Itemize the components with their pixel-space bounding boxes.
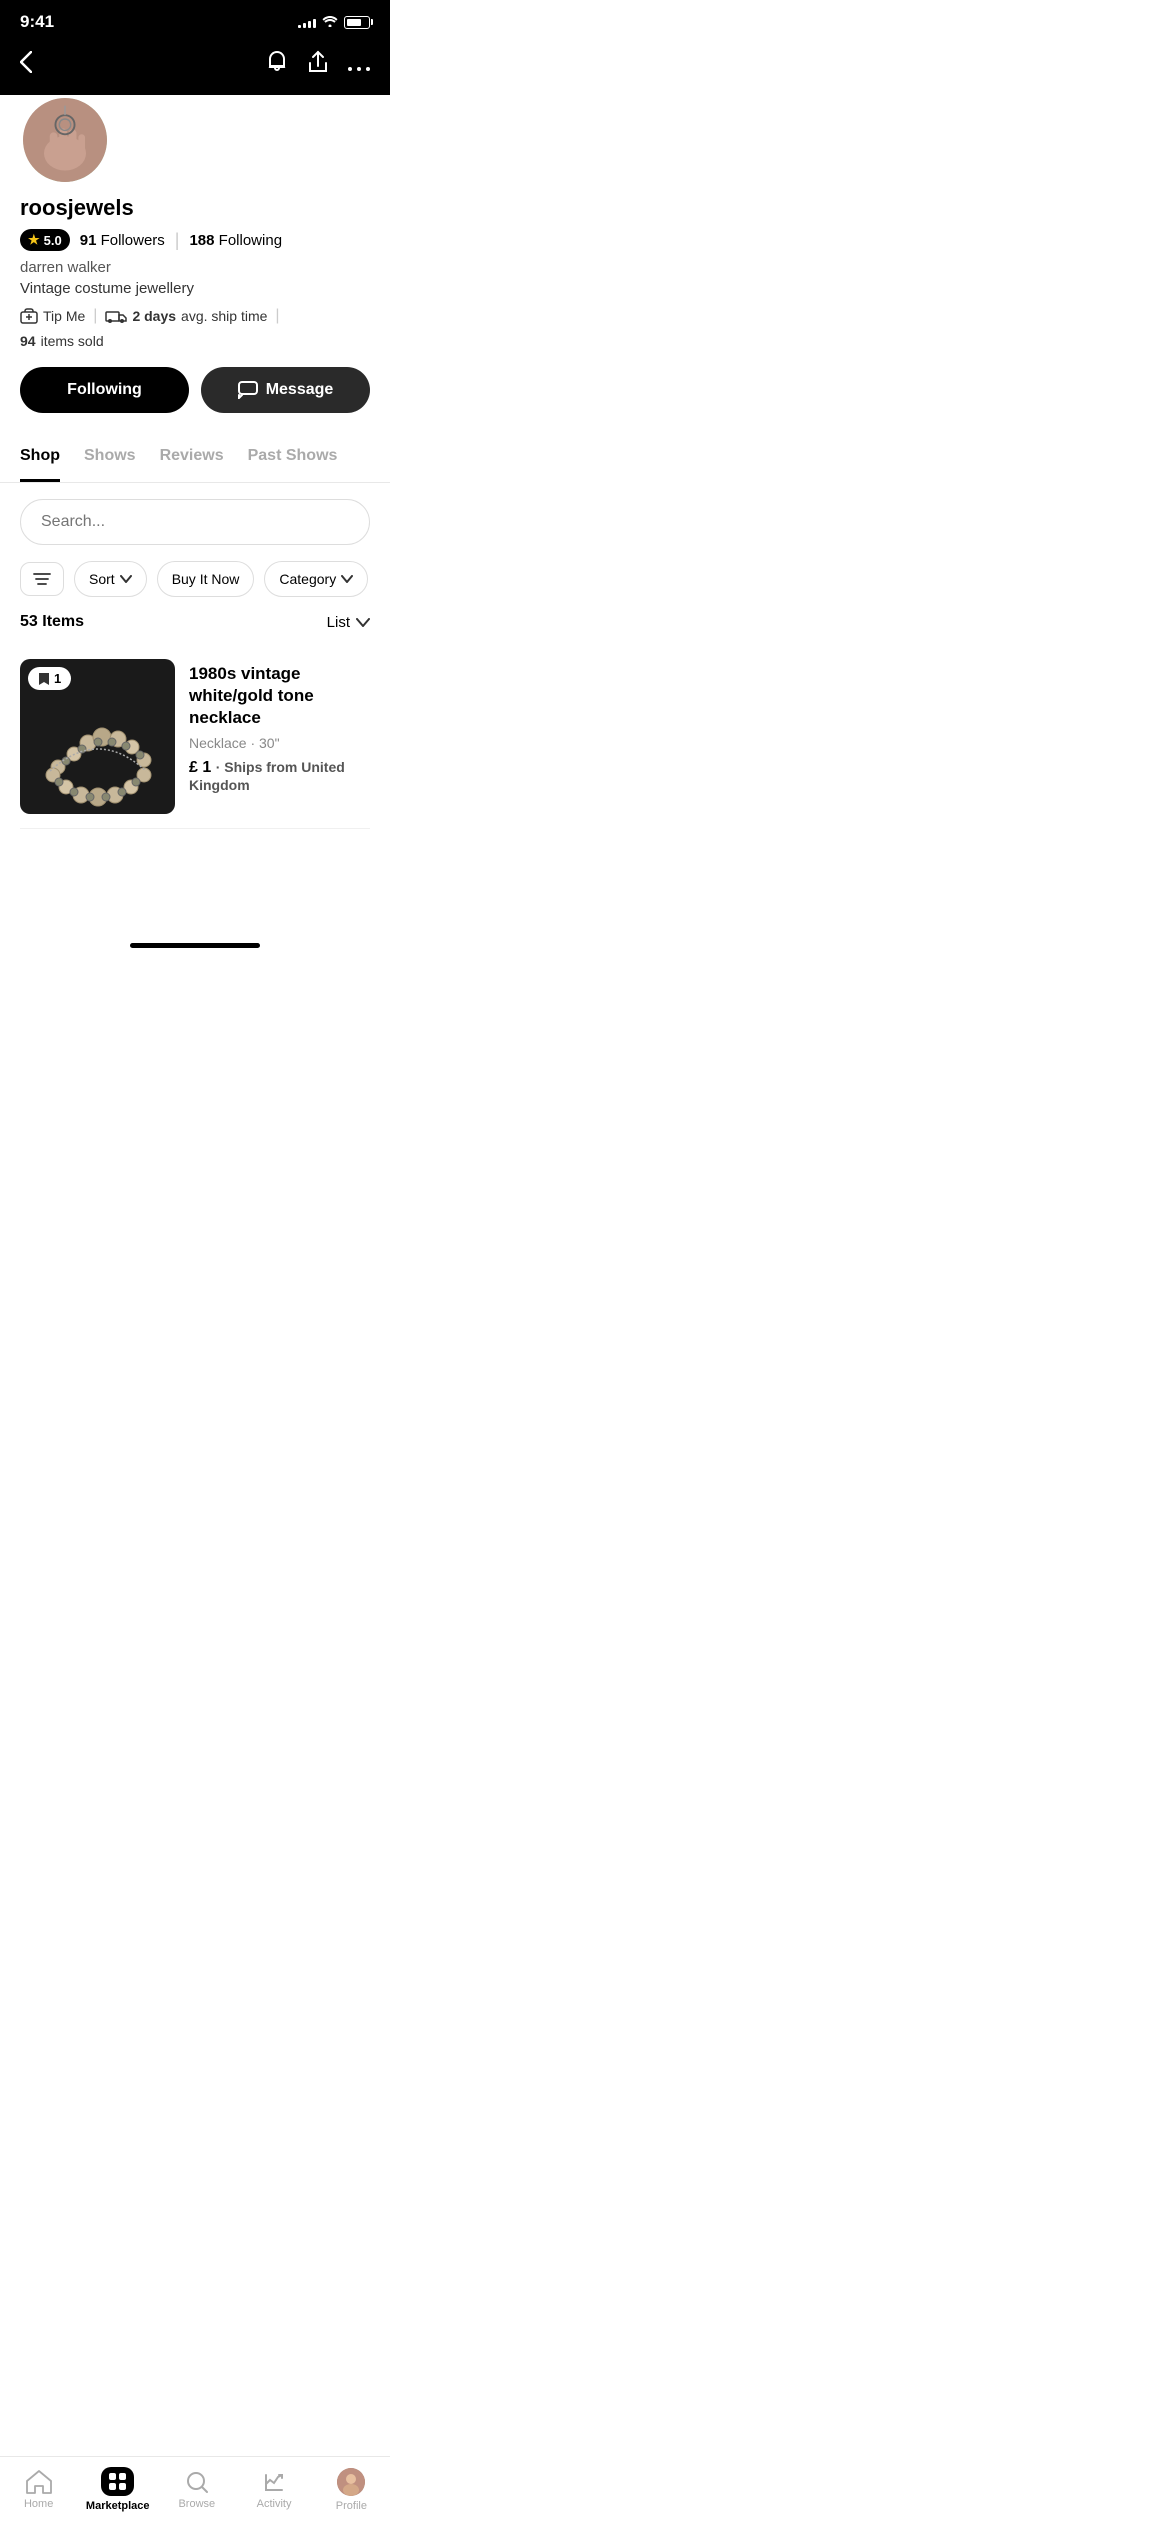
nav-activity-label: Activity [257, 2498, 292, 2510]
avatar [20, 95, 110, 185]
profile-avatar-icon [337, 2468, 365, 2496]
sort-button[interactable]: Sort [74, 561, 147, 597]
product-shipping: · Ships from United Kingdom [189, 759, 345, 793]
bookmark-badge[interactable]: 1 [28, 667, 71, 690]
items-sold-label: items sold [41, 333, 104, 349]
tabs: Shop Shows Reviews Past Shows [0, 433, 390, 483]
followers-count: 91 [80, 232, 97, 249]
meta-divider-2: | [275, 307, 279, 325]
battery-icon [344, 16, 370, 29]
nav-activity[interactable]: Activity [244, 2470, 304, 2510]
items-count-row: 53 Items List [20, 613, 370, 631]
nav-home[interactable]: Home [9, 2470, 69, 2510]
view-toggle[interactable]: List [327, 614, 370, 631]
stat-divider: | [175, 230, 180, 251]
tab-reviews-label: Reviews [160, 447, 224, 464]
display-name: darren walker [20, 259, 370, 276]
bottom-nav: Home Marketplace Browse Activity [0, 2456, 390, 2532]
meta-divider-1: | [93, 307, 97, 325]
product-details: 1980s vintage white/gold tone necklace N… [189, 659, 370, 814]
tab-past-shows-label: Past Shows [248, 447, 338, 464]
product-price: £ 1 · Ships from United Kingdom [189, 759, 370, 795]
profile-info: roosjewels ★ 5.0 91 Followers | 188 Foll… [0, 185, 390, 349]
meta-row: Tip Me | 2 days avg. ship time | 94 item… [20, 307, 370, 349]
tab-shop[interactable]: Shop [20, 433, 60, 482]
ship-time-value: 2 days [132, 308, 176, 324]
product-title: 1980s vintage white/gold tone necklace [189, 663, 370, 729]
bookmark-count: 1 [54, 671, 61, 686]
nav-home-label: Home [24, 2498, 53, 2510]
product-card[interactable]: 1 1980s vintage white/gold tone necklace… [20, 645, 370, 829]
items-count: 53 Items [20, 613, 84, 631]
following-count: 188 [189, 232, 214, 249]
back-button[interactable] [20, 51, 32, 79]
tip-me-label: Tip Me [43, 308, 85, 324]
notification-bell-icon[interactable] [266, 50, 288, 80]
tab-shows-label: Shows [84, 447, 136, 464]
tab-past-shows[interactable]: Past Shows [248, 433, 338, 482]
items-sold-value: 94 [20, 333, 36, 349]
home-indicator [130, 943, 260, 948]
action-buttons: Following Message [0, 367, 390, 433]
followers-label: Followers [101, 232, 165, 249]
signal-icon [298, 16, 316, 28]
items-sold-item: 94 items sold [20, 333, 104, 349]
wifi-icon [322, 14, 338, 30]
status-time: 9:41 [20, 12, 54, 32]
search-input[interactable] [20, 499, 370, 545]
followers-stat[interactable]: 91 Followers [80, 232, 165, 249]
following-button[interactable]: Following [20, 367, 189, 413]
buy-it-now-button[interactable]: Buy It Now [157, 561, 255, 597]
avatar-section [0, 95, 390, 185]
message-button[interactable]: Message [201, 367, 370, 413]
username: roosjewels [20, 195, 370, 221]
marketplace-icon [101, 2467, 134, 2496]
product-image-wrap: 1 [20, 659, 175, 814]
nav-browse[interactable]: Browse [167, 2470, 227, 2510]
search-container [20, 499, 370, 545]
status-icons [298, 14, 370, 30]
ship-time-item: 2 days avg. ship time [105, 308, 267, 324]
filter-row: Sort Buy It Now Category [20, 561, 370, 597]
rating-badge[interactable]: ★ 5.0 [20, 229, 70, 251]
nav-profile-label: Profile [336, 2500, 367, 2512]
nav-profile[interactable]: Profile [321, 2468, 381, 2512]
activity-icon [262, 2470, 286, 2494]
following-stat[interactable]: 188 Following [189, 232, 282, 249]
share-icon[interactable] [308, 50, 328, 80]
nav-browse-label: Browse [178, 2498, 215, 2510]
nav-marketplace-label: Marketplace [86, 2500, 150, 2512]
tab-shop-label: Shop [20, 447, 60, 464]
header-nav [0, 40, 390, 100]
tip-me-item[interactable]: Tip Me [20, 308, 85, 324]
rating-value: 5.0 [44, 233, 62, 248]
tab-reviews[interactable]: Reviews [160, 433, 224, 482]
buy-it-now-label: Buy It Now [172, 571, 240, 587]
filter-icon-button[interactable] [20, 562, 64, 596]
browse-icon [185, 2470, 209, 2494]
category-label: Category [279, 571, 336, 587]
ship-time-label: avg. ship time [181, 308, 267, 324]
more-options-icon[interactable] [348, 52, 370, 78]
nav-marketplace[interactable]: Marketplace [86, 2467, 150, 2512]
sort-label: Sort [89, 571, 115, 587]
bio: Vintage costume jewellery [20, 280, 370, 297]
category-button[interactable]: Category [264, 561, 368, 597]
product-subtitle: Necklace · 30" [189, 735, 370, 751]
home-icon [26, 2470, 52, 2494]
shop-content: Sort Buy It Now Category 53 Items List [0, 483, 390, 845]
view-mode-label: List [327, 614, 350, 631]
star-icon: ★ [28, 232, 40, 248]
following-label: Following [219, 232, 282, 249]
stats-row: ★ 5.0 91 Followers | 188 Following [20, 229, 370, 251]
status-bar: 9:41 [0, 0, 390, 40]
header-actions [266, 50, 370, 80]
message-label: Message [266, 381, 334, 399]
tab-shows[interactable]: Shows [84, 433, 136, 482]
